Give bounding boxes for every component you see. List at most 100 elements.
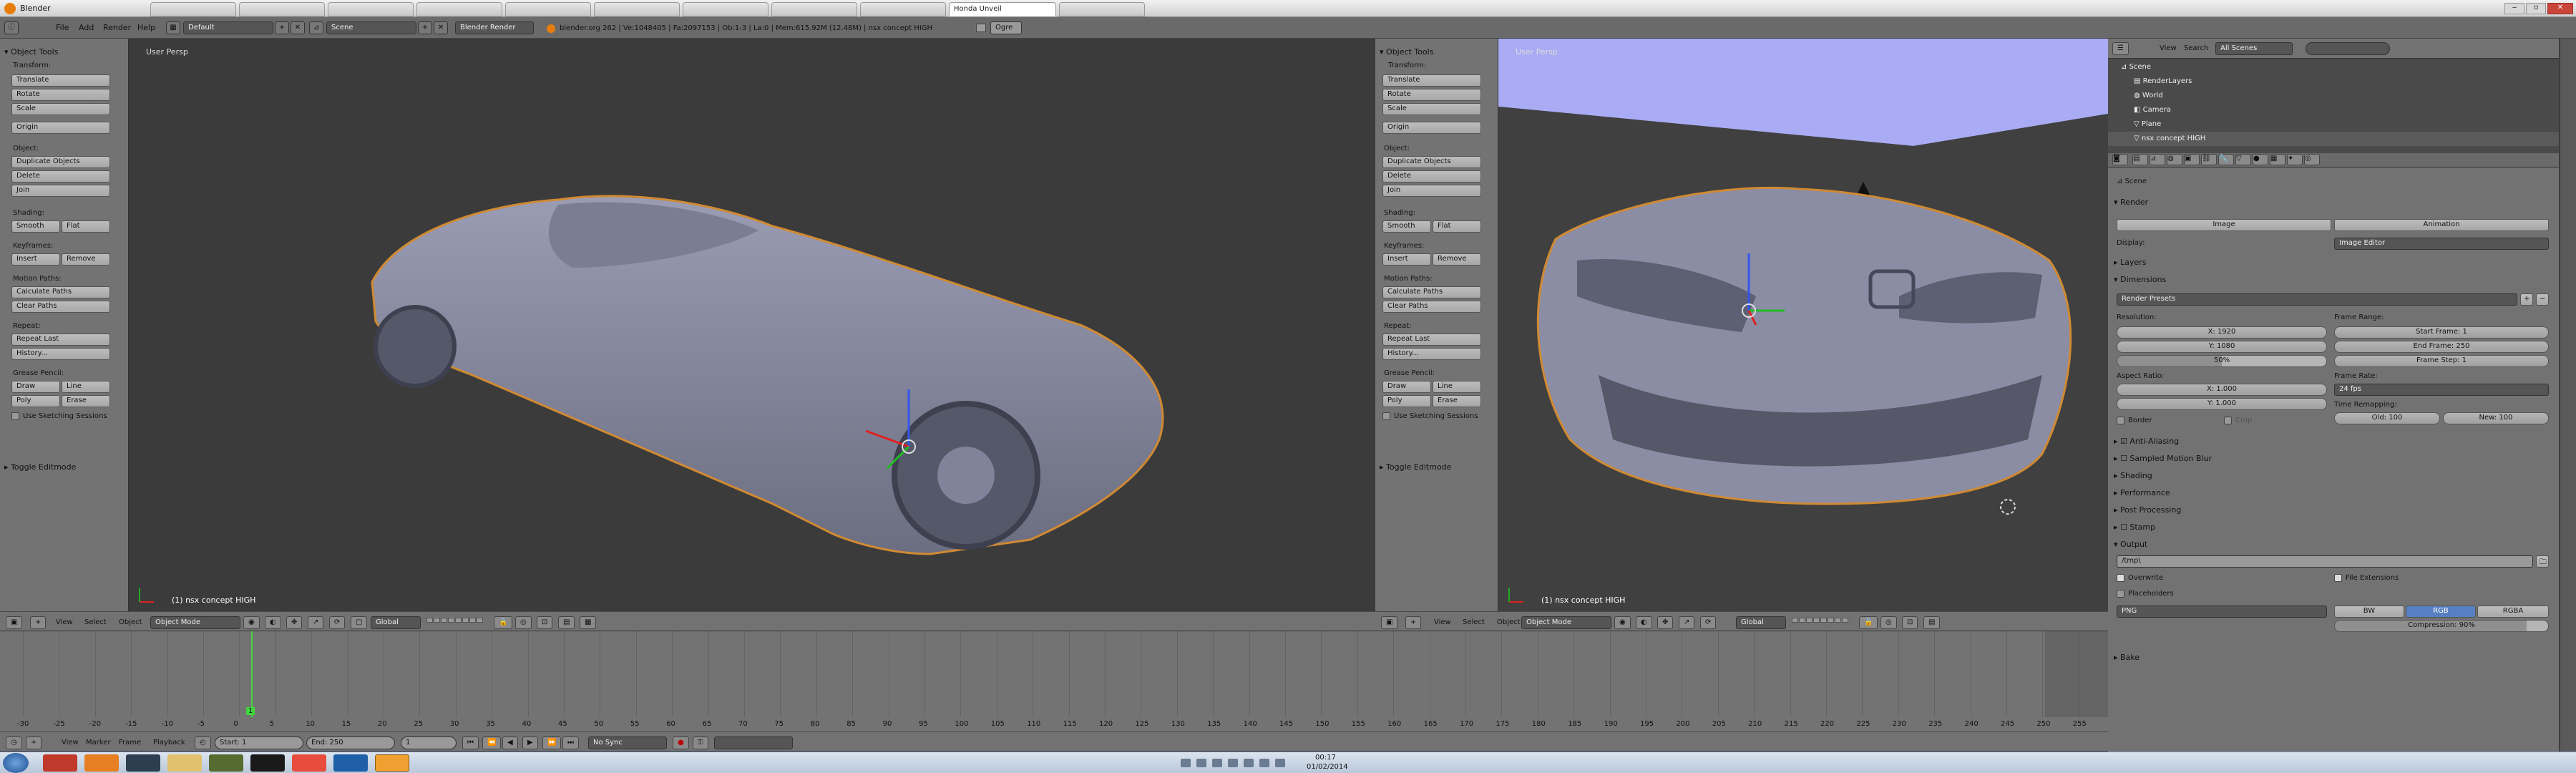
texture-tab-icon[interactable]: ▦ (2270, 154, 2285, 165)
properties-scrollbar[interactable] (2560, 39, 2576, 752)
keying-set-field[interactable] (714, 736, 793, 749)
rotate-manipulator-icon[interactable]: ⟳ (329, 616, 346, 629)
render-presets-dropdown[interactable]: Render Presets (2117, 293, 2517, 306)
outliner-row-plane[interactable]: ▽ Plane (2108, 117, 2559, 132)
erase-button[interactable]: Erase (62, 395, 110, 407)
translate-manipulator-icon[interactable]: ↗ (308, 616, 324, 629)
tray-icon[interactable] (1196, 759, 1206, 767)
maximize-icon[interactable]: ▫ (2526, 3, 2546, 14)
browser-tab[interactable] (1059, 2, 1145, 16)
browser-tab[interactable] (860, 2, 946, 16)
overwrite-checkbox[interactable] (2117, 574, 2124, 582)
play-icon[interactable]: ▶ (522, 736, 538, 749)
view-toggle-icon[interactable]: + (1405, 616, 1422, 629)
crop-checkbox[interactable] (2224, 417, 2232, 424)
browser-tab[interactable] (505, 2, 591, 16)
resolution-y-field[interactable]: Y: 1080 (2117, 341, 2327, 353)
menu-render[interactable]: Render (103, 23, 131, 32)
render-preview-icon[interactable]: ▤ (1923, 616, 1941, 629)
proportional-edit-icon[interactable]: ◎ (1880, 616, 1897, 629)
menu-view[interactable]: View (62, 739, 79, 747)
menu-view[interactable]: View (1434, 618, 1451, 626)
tray-icon[interactable] (1212, 759, 1222, 767)
lock-icon[interactable]: 🔒 (1859, 616, 1878, 629)
particles-tab-icon[interactable]: ✦ (2287, 154, 2303, 165)
render-tab-icon[interactable]: ◙ (2112, 154, 2128, 165)
menu-add[interactable]: Add (79, 23, 94, 32)
screen-layout-icon[interactable]: ▦ (166, 21, 180, 34)
render-image-button[interactable]: Image (2117, 219, 2331, 231)
panel-output[interactable]: ▾ Output (2114, 540, 2147, 549)
tray-icon[interactable] (1228, 759, 1238, 767)
view-toggle-icon[interactable]: + (26, 736, 42, 749)
jump-start-icon[interactable]: ⏮ (462, 736, 479, 749)
join-button[interactable]: Join (1382, 185, 1481, 197)
keying-set-icon[interactable]: ⚿ (693, 736, 708, 749)
join-button[interactable]: Join (11, 185, 110, 197)
lock-icon[interactable]: 🔒 (494, 616, 513, 629)
render-animation-button[interactable]: Animation (2334, 219, 2549, 231)
material-tab-icon[interactable]: ● (2253, 154, 2268, 165)
outliner-row-nsx[interactable]: ▽ nsx concept HIGH (2108, 132, 2559, 146)
close-icon[interactable]: ✕ (2547, 3, 2573, 14)
panel-layers[interactable]: ▸ Layers (2114, 258, 2146, 267)
duplicate-objects-button[interactable]: Duplicate Objects (1382, 156, 1481, 168)
editor-type-icon[interactable]: ▣ (6, 616, 23, 629)
panel-render[interactable]: ▾ Render (2114, 198, 2148, 207)
render-engine-dropdown[interactable]: Blender Render (455, 21, 534, 34)
menu-playback[interactable]: Playback (153, 739, 185, 747)
outliner-row-world[interactable]: ◍ World (2108, 89, 2559, 103)
menu-view[interactable]: View (56, 618, 73, 626)
panel-stamp[interactable]: ▸ ☐ Stamp (2114, 522, 2155, 532)
minimize-icon[interactable]: ‒ (2504, 3, 2524, 14)
output-path-field[interactable]: /tmp\ (2117, 555, 2533, 568)
menu-marker[interactable]: Marker (86, 739, 111, 747)
border-checkbox[interactable] (2117, 417, 2124, 424)
duplicate-objects-button[interactable]: Duplicate Objects (11, 156, 110, 168)
orientation-dropdown[interactable]: Global (371, 616, 421, 629)
clear-paths-button[interactable]: Clear Paths (1382, 301, 1481, 313)
jump-end-icon[interactable]: ⏭ (562, 736, 579, 749)
insert-keyframe-button[interactable]: Insert (11, 253, 60, 266)
flat-button[interactable]: Flat (62, 220, 110, 233)
browser-tab-active[interactable]: Honda Unveil (949, 2, 1056, 16)
next-keyframe-icon[interactable]: ⏩ (542, 736, 562, 749)
translate-button[interactable]: Translate (11, 74, 110, 87)
tray-icon[interactable] (1244, 759, 1254, 767)
browser-tab[interactable] (150, 2, 236, 16)
car-model-side-view[interactable] (129, 39, 1375, 611)
frame-rate-dropdown[interactable]: 24 fps (2334, 384, 2549, 396)
repeat-last-button[interactable]: Repeat Last (1382, 334, 1481, 346)
snap-icon[interactable]: ⊡ (1902, 616, 1918, 629)
manipulator-icon[interactable]: ✥ (286, 616, 303, 629)
resolution-x-field[interactable]: X: 1920 (2117, 326, 2327, 339)
start-button-icon[interactable] (3, 753, 29, 773)
aspect-y-field[interactable]: Y: 1.000 (2117, 398, 2327, 410)
browser-tab[interactable] (239, 2, 325, 16)
viewport-right[interactable]: User Persp (1) nsx concept HIGH (1498, 39, 2108, 611)
current-frame-field[interactable]: 1 (401, 736, 457, 749)
editor-type-icon[interactable]: ◷ (6, 736, 22, 749)
manipulator-icon[interactable]: ✥ (1657, 616, 1674, 629)
taskbar-photoshop-icon[interactable] (333, 754, 368, 772)
taskbar-opera-icon[interactable] (250, 754, 285, 772)
scene-layers[interactable] (426, 617, 487, 628)
taskbar-app-icon[interactable] (292, 754, 326, 772)
data-tab-icon[interactable]: ▽ (2235, 154, 2251, 165)
scale-button[interactable]: Scale (11, 103, 110, 115)
file-extensions-checkbox[interactable] (2334, 574, 2342, 582)
insert-keyframe-button[interactable]: Insert (1382, 253, 1431, 266)
menu-help[interactable]: Help (137, 23, 155, 32)
panel-title-toggle-editmode[interactable]: ▸ Toggle Editmode (1380, 462, 1451, 472)
scale-button[interactable]: Scale (1382, 103, 1481, 115)
editor-type-icon[interactable]: ⓘ (4, 21, 19, 34)
origin-button[interactable]: Origin (11, 122, 110, 134)
delete-button[interactable]: Delete (11, 170, 110, 183)
folder-browse-icon[interactable]: 🗀 (2536, 555, 2549, 568)
poly-button[interactable]: Poly (1382, 395, 1431, 407)
scene-tab-icon[interactable]: ⊿ (2150, 154, 2165, 165)
object-tab-icon[interactable]: ▣ (2184, 154, 2200, 165)
origin-button[interactable]: Origin (1382, 122, 1481, 134)
line-button[interactable]: Line (62, 381, 110, 393)
physics-tab-icon[interactable]: ◎ (2304, 154, 2320, 165)
